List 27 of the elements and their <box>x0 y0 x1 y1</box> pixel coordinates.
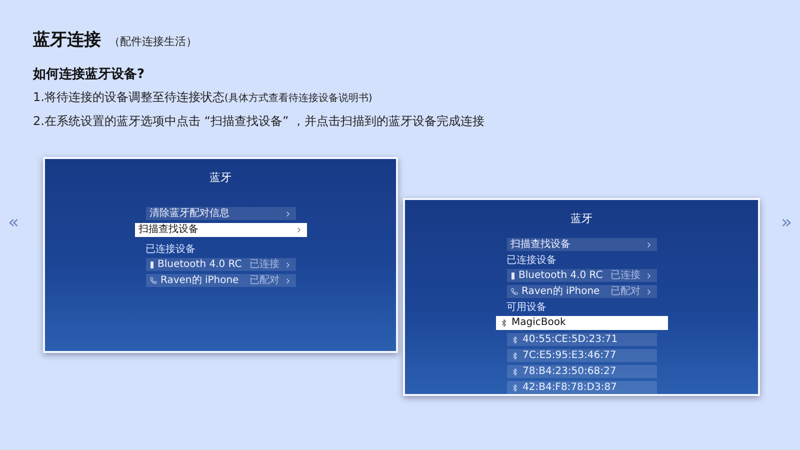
section-label: 已连接设备 <box>146 244 196 255</box>
screen-title: 蓝牙 <box>570 212 592 226</box>
device-row[interactable]: 42:B4:F8:78:D3:87 <box>506 381 656 394</box>
page-title: 蓝牙连接 <box>33 29 101 51</box>
phone-icon <box>150 277 156 284</box>
page-subtitle: （配件连接生活） <box>109 34 197 49</box>
section-label: 已连接设备 <box>506 255 558 266</box>
device-row[interactable]: Raven的 iPhone 已配对 <box>506 285 656 298</box>
device-row[interactable]: 扫描查找设备 <box>506 238 656 251</box>
device-row[interactable]: MagicBook <box>496 316 668 330</box>
device-row[interactable]: 78:B4:23:50:68:27 <box>506 365 656 378</box>
remote-icon <box>150 260 154 268</box>
bluetooth-icon <box>500 319 508 327</box>
screen-title: 蓝牙 <box>210 171 232 185</box>
question-heading: 如何连接蓝牙设备? <box>33 66 146 83</box>
device-row[interactable]: 7C:E5:95:E3:46:77 <box>506 349 656 362</box>
device-row[interactable]: Bluetooth 4.0 RC 已连接 <box>506 269 656 282</box>
phone-icon <box>510 288 518 295</box>
step-text: 1.将待连接的设备调整至待连接状态(具体方式查看待连接设备说明书) <box>33 89 374 106</box>
section-label: 可用设备 <box>506 302 548 313</box>
device-row[interactable]: Raven的 iPhone 已配对 <box>146 274 296 287</box>
step-text: 2.在系统设置的蓝牙选项中点击 “扫描查找设备” ，并点击扫描到的蓝牙设备完成连接 <box>33 113 486 129</box>
device-row[interactable]: 清除蓝牙配对信息 <box>146 207 296 220</box>
device-row[interactable]: Bluetooth 4.0 RC 已连接 <box>146 258 296 271</box>
remote-icon <box>510 272 514 280</box>
device-row[interactable]: 扫描查找设备 <box>134 223 306 237</box>
device-row[interactable]: 40:55:CE:5D:23:71 <box>506 333 656 346</box>
